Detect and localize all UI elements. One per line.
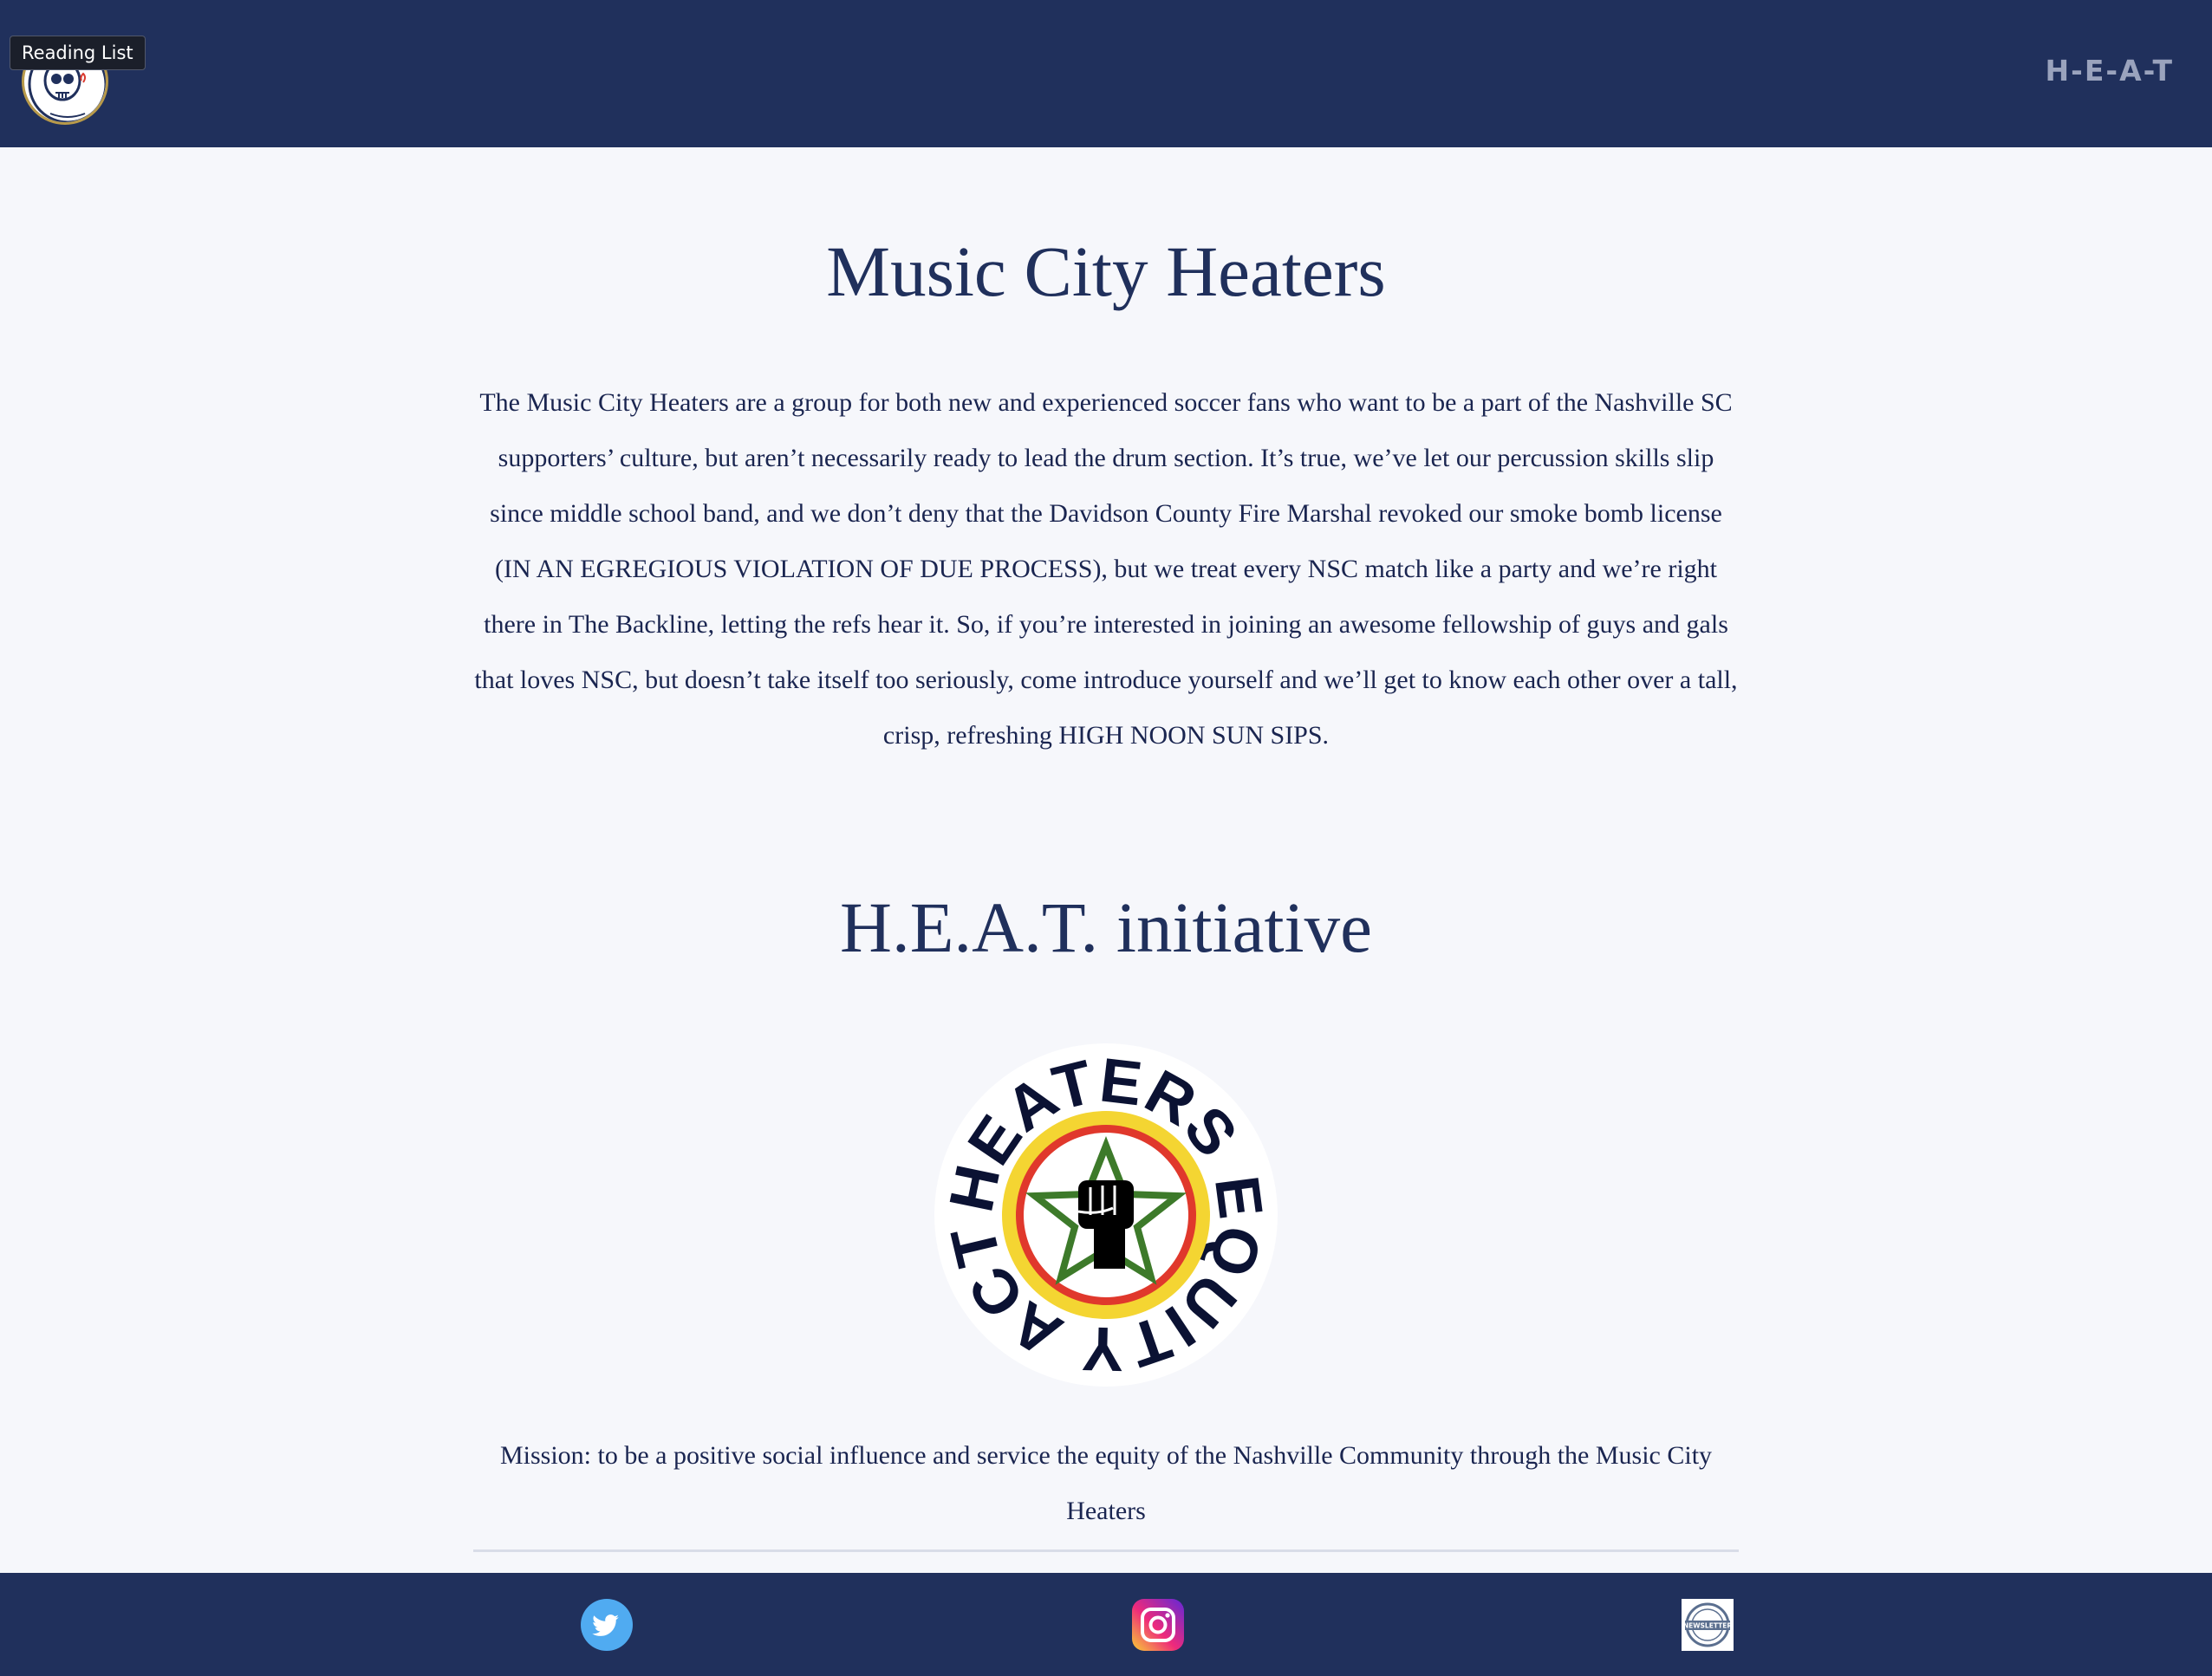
newsletter-badge-text: NEWSLETTER: [1683, 1622, 1733, 1630]
page-title: Music City Heaters: [826, 231, 1386, 311]
instagram-camera-icon: [1132, 1599, 1184, 1651]
newsletter-stamp-icon: NEWSLETTER: [1682, 1599, 1734, 1651]
twitter-link[interactable]: [581, 1599, 633, 1651]
instagram-link[interactable]: [1132, 1599, 1184, 1651]
site-brand[interactable]: H-E-A-T: [2046, 54, 2174, 88]
section-divider: [473, 1549, 1739, 1552]
heat-initiative-logo: HEATERS EQUITY ACTION TEAM: [933, 1042, 1278, 1387]
mission-statement: Mission: to be a positive social influen…: [499, 1441, 1713, 1525]
site-header: Reading List H-E-A-T: [0, 0, 2212, 147]
intro-paragraph: The Music City Heaters are a group for b…: [474, 388, 1738, 750]
reading-list-tooltip: Reading List: [10, 36, 146, 70]
site-footer: NEWSLETTER: [0, 1573, 2212, 1676]
initiative-title: H.E.A.T. initiative: [840, 887, 1372, 967]
twitter-bird-icon: [581, 1599, 633, 1651]
newsletter-link[interactable]: NEWSLETTER: [1682, 1599, 1734, 1651]
main-content: Music City Heaters The Music City Heater…: [0, 147, 2212, 1539]
